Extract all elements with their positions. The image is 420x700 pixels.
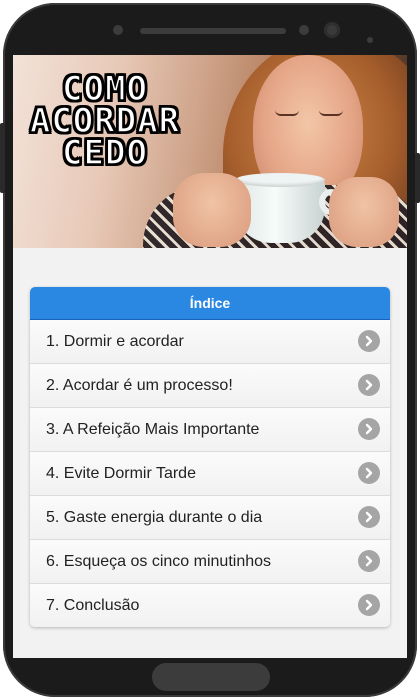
- chevron-right-icon: [358, 374, 380, 396]
- volume-button: [0, 123, 5, 193]
- index-item-3[interactable]: 3. A Refeição Mais Importante: [30, 407, 390, 451]
- index-item-label: 3. A Refeição Mais Importante: [46, 421, 260, 438]
- index-item-label: 4. Evite Dormir Tarde: [46, 465, 196, 482]
- light-sensor: [299, 25, 309, 35]
- index-header: Índice: [30, 287, 390, 320]
- index-item-label: 2. Acordar é um processo!: [46, 377, 233, 394]
- index-item-1[interactable]: 1. Dormir e acordar: [30, 320, 390, 363]
- index-list: 1. Dormir e acordar 2. Acordar é um proc…: [30, 320, 390, 627]
- front-camera-icon: [324, 22, 340, 38]
- chevron-right-icon: [358, 330, 380, 352]
- hero-title-line: CEDO: [61, 133, 148, 173]
- chevron-right-icon: [358, 550, 380, 572]
- hero-banner: COMO ACORDAR CEDO: [13, 55, 407, 248]
- index-item-5[interactable]: 5. Gaste energia durante o dia: [30, 495, 390, 539]
- indicator-dot: [367, 37, 373, 43]
- index-item-label: 7. Conclusão: [46, 597, 140, 614]
- index-item-4[interactable]: 4. Evite Dormir Tarde: [30, 451, 390, 495]
- index-item-label: 1. Dormir e acordar: [46, 333, 184, 350]
- app-screen: COMO ACORDAR CEDO Índice 1. Dormir e aco…: [13, 55, 407, 658]
- earpiece-speaker: [140, 28, 286, 34]
- chevron-right-icon: [358, 418, 380, 440]
- home-button[interactable]: [152, 663, 270, 691]
- index-item-label: 6. Esqueça os cinco minutinhos: [46, 553, 272, 570]
- proximity-sensor: [113, 25, 123, 35]
- phone-frame: COMO ACORDAR CEDO Índice 1. Dormir e aco…: [0, 3, 420, 697]
- index-item-6[interactable]: 6. Esqueça os cinco minutinhos: [30, 539, 390, 583]
- chevron-right-icon: [358, 594, 380, 616]
- hero-title: COMO ACORDAR CEDO: [25, 71, 185, 173]
- power-button: [415, 153, 420, 203]
- index-item-7[interactable]: 7. Conclusão: [30, 583, 390, 627]
- index-item-label: 5. Gaste energia durante o dia: [46, 509, 263, 526]
- chevron-right-icon: [358, 506, 380, 528]
- chevron-right-icon: [358, 462, 380, 484]
- index-card: Índice 1. Dormir e acordar 2. Acordar é …: [30, 287, 390, 627]
- index-item-2[interactable]: 2. Acordar é um processo!: [30, 363, 390, 407]
